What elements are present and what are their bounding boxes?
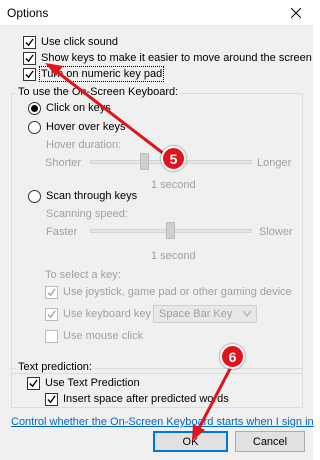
scanning-speed-thumb[interactable]	[166, 222, 175, 239]
scanning-speed-value: 1 second	[151, 250, 196, 262]
click-on-keys-option[interactable]: Click on keys	[28, 101, 111, 115]
click-on-keys-label: Click on keys	[46, 102, 111, 114]
annotation-badge-6-text: 6	[228, 348, 237, 365]
use-keyboard-key-option[interactable]: Use keyboard key	[45, 307, 151, 321]
numeric-pad-option[interactable]: Turn on numeric key pad	[23, 66, 165, 82]
numeric-pad-checkbox[interactable]	[23, 67, 36, 81]
annotation-badge-5: 5	[161, 146, 186, 171]
options-dialog: Use click sound Show keys to make it eas…	[0, 26, 314, 460]
click-sound-checkbox[interactable]	[23, 35, 36, 49]
click-on-keys-radio[interactable]	[28, 101, 41, 115]
annotation-badge-5-text: 5	[169, 150, 178, 167]
use-mouse-click-checkbox[interactable]	[45, 329, 58, 343]
cancel-button[interactable]: Cancel	[235, 431, 305, 452]
radio-dot-icon	[31, 104, 38, 112]
close-button[interactable]	[279, 0, 313, 26]
hover-duration-value: 1 second	[151, 179, 196, 191]
chevron-down-icon	[243, 311, 251, 317]
hover-duration-thumb[interactable]	[140, 153, 149, 170]
use-joystick-label: Use joystick, game pad or other gaming d…	[63, 286, 292, 298]
scan-through-keys-option[interactable]: Scan through keys	[28, 189, 137, 203]
show-keys-label: Show keys to make it easier to move arou…	[41, 52, 312, 64]
insert-space-label: Insert space after predicted words	[63, 393, 229, 405]
onscreen-group-title: To use the On-Screen Keyboard:	[16, 86, 181, 98]
use-mouse-click-option[interactable]: Use mouse click	[45, 329, 143, 343]
keyboard-key-dropdown[interactable]: Space Bar Key	[153, 305, 257, 323]
scan-faster-label: Faster	[46, 226, 78, 238]
insert-space-checkbox[interactable]	[45, 392, 58, 406]
numeric-pad-label: Turn on numeric key pad	[38, 66, 165, 82]
hover-longer-label: Longer	[257, 157, 292, 169]
close-icon	[291, 8, 301, 18]
cancel-button-label: Cancel	[252, 435, 288, 448]
use-mouse-click-label: Use mouse click	[63, 330, 144, 342]
title-bar: Options	[0, 0, 313, 26]
scanning-speed-label: Scanning speed:	[46, 208, 128, 220]
use-keyboard-key-label: Use keyboard key	[63, 308, 152, 320]
check-icon	[25, 70, 34, 78]
scan-through-keys-radio[interactable]	[28, 189, 41, 203]
show-keys-checkbox[interactable]	[23, 51, 36, 65]
scan-through-keys-label: Scan through keys	[46, 190, 138, 202]
window-title: Options	[7, 6, 49, 20]
check-icon	[25, 54, 34, 62]
text-prediction-title: Text prediction:	[16, 361, 94, 373]
select-key-label: To select a key:	[45, 269, 121, 281]
use-keyboard-key-checkbox[interactable]	[45, 307, 58, 321]
check-icon	[29, 379, 38, 387]
click-sound-option[interactable]: Use click sound	[23, 35, 118, 49]
use-text-prediction-option[interactable]: Use Text Prediction	[27, 376, 140, 390]
hover-over-keys-radio[interactable]	[28, 120, 41, 134]
hover-over-keys-label: Hover over keys	[46, 121, 126, 133]
ok-button[interactable]: OK	[153, 431, 228, 452]
use-text-prediction-label: Use Text Prediction	[45, 377, 140, 389]
click-sound-label: Use click sound	[41, 36, 119, 48]
hover-duration-label: Hover duration:	[46, 139, 122, 151]
use-joystick-option[interactable]: Use joystick, game pad or other gaming d…	[45, 285, 292, 299]
annotation-badge-6: 6	[220, 344, 245, 369]
keyboard-key-value: Space Bar Key	[159, 308, 233, 320]
hover-over-keys-option[interactable]: Hover over keys	[28, 120, 125, 134]
scan-slower-label: Slower	[259, 226, 293, 238]
use-joystick-checkbox[interactable]	[45, 285, 58, 299]
show-keys-option[interactable]: Show keys to make it easier to move arou…	[23, 51, 312, 65]
startup-settings-link[interactable]: Control whether the On-Screen Keyboard s…	[11, 416, 314, 428]
insert-space-option[interactable]: Insert space after predicted words	[45, 392, 229, 406]
check-icon	[47, 395, 56, 403]
check-icon	[47, 310, 56, 318]
check-icon	[25, 38, 34, 46]
check-icon	[47, 288, 56, 296]
use-text-prediction-checkbox[interactable]	[27, 376, 40, 390]
ok-button-label: OK	[182, 435, 199, 448]
hover-shorter-label: Shorter	[45, 157, 82, 169]
